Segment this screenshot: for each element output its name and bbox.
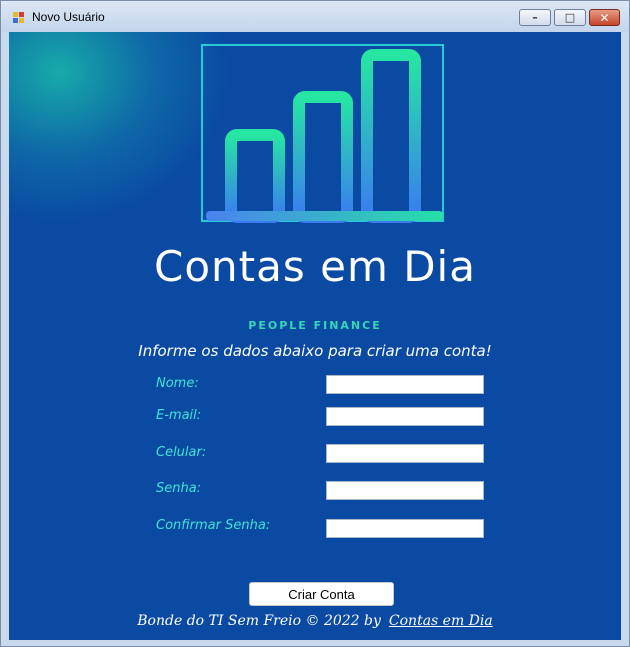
footer-link[interactable]: Contas em Dia — [389, 613, 493, 629]
confirm-password-field[interactable] — [326, 519, 484, 538]
window-title: Novo Usuário — [32, 10, 105, 24]
phone-label: Celular: — [156, 445, 207, 460]
close-icon: ✕ — [599, 10, 610, 25]
window: Novo Usuário – □ ✕ Contas em Dia PEOPLE … — [0, 0, 630, 647]
email-label: E-mail: — [156, 408, 202, 423]
minimize-button[interactable]: – — [519, 9, 551, 26]
footer: Bonde do TI Sem Freio © 2022 by Contas em… — [9, 613, 621, 629]
form-instruction: Informe os dados abaixo para criar uma c… — [138, 342, 492, 360]
footer-credit: Bonde do TI Sem Freio © 2022 by — [137, 613, 381, 629]
close-button[interactable]: ✕ — [589, 9, 620, 26]
maximize-button[interactable]: □ — [554, 9, 586, 26]
title-bar[interactable]: Novo Usuário – □ ✕ — [1, 1, 629, 32]
confirm-password-label: Confirmar Senha: — [156, 518, 271, 533]
create-account-button[interactable]: Criar Conta — [249, 582, 394, 606]
name-field[interactable] — [326, 375, 484, 394]
minimize-icon: – — [532, 11, 538, 24]
logo — [201, 44, 444, 223]
form-panel: Contas em Dia PEOPLE FINANCE Informe os … — [9, 32, 621, 640]
brand-tagline: PEOPLE FINANCE — [248, 319, 382, 332]
bar-chart-icon — [206, 49, 443, 223]
name-label: Nome: — [156, 376, 199, 391]
brand-name: Contas em Dia — [154, 242, 476, 291]
app-icon — [13, 12, 25, 24]
password-label: Senha: — [156, 481, 202, 496]
phone-field[interactable] — [326, 444, 484, 463]
maximize-icon: □ — [564, 11, 576, 24]
email-field[interactable] — [326, 407, 484, 426]
password-field[interactable] — [326, 481, 484, 500]
